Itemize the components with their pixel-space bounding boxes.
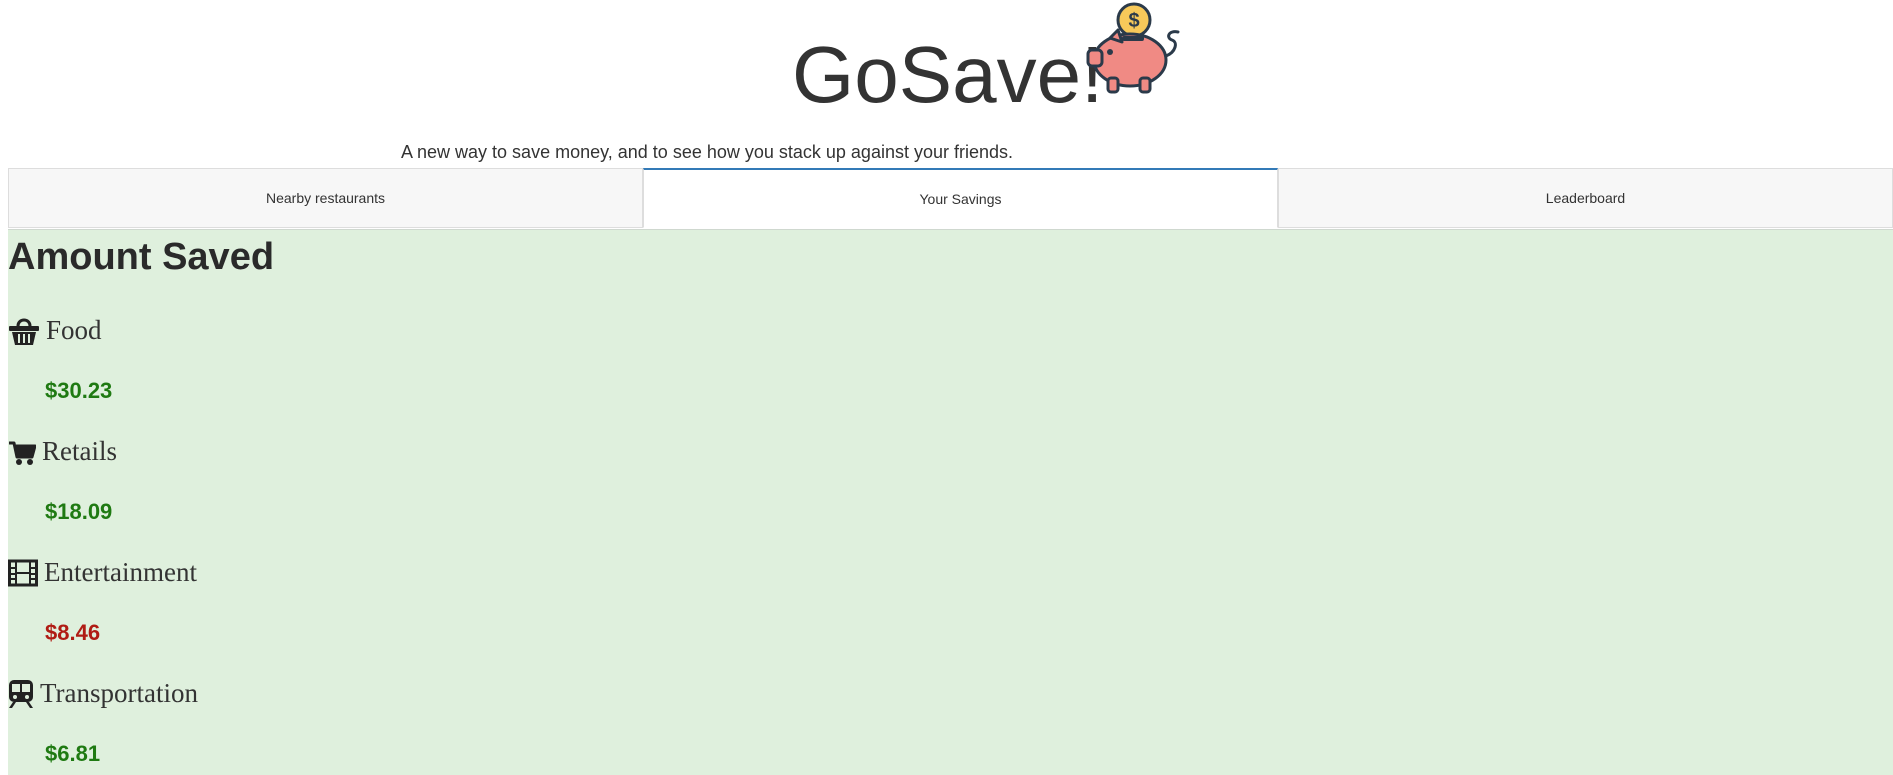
amount-food: $30.23 bbox=[45, 378, 113, 403]
tab-bar: Nearby restaurants Your Savings Leaderbo… bbox=[8, 168, 1893, 230]
svg-text:$: $ bbox=[1128, 10, 1139, 32]
app-title: GoSave! bbox=[792, 30, 1104, 119]
section-title: Amount Saved bbox=[8, 236, 275, 278]
header: GoSave! $ A new way to save money, and t… bbox=[0, 0, 1893, 168]
category-food: Food bbox=[8, 315, 102, 346]
category-label-food: Food bbox=[46, 315, 102, 345]
shopping-cart-icon bbox=[9, 441, 36, 465]
piggy-bank-icon: $ bbox=[1086, 2, 1180, 94]
category-retails: Retails bbox=[8, 436, 117, 467]
tab-nearby-restaurants[interactable]: Nearby restaurants bbox=[8, 168, 643, 228]
category-transportation: Transportation bbox=[8, 678, 198, 709]
tab-leaderboard[interactable]: Leaderboard bbox=[1278, 168, 1893, 228]
amount-retails: $18.09 bbox=[45, 499, 113, 524]
train-icon bbox=[9, 679, 33, 708]
amount-entertainment: $8.46 bbox=[45, 620, 101, 645]
tab-your-savings[interactable]: Your Savings bbox=[643, 168, 1278, 228]
category-label-transportation: Transportation bbox=[40, 678, 199, 708]
category-label-entertainment: Entertainment bbox=[44, 557, 197, 587]
basket-icon bbox=[9, 318, 39, 345]
film-icon bbox=[8, 559, 38, 586]
category-entertainment: Entertainment bbox=[8, 557, 197, 588]
tagline: A new way to save money, and to see how … bbox=[401, 142, 1014, 162]
category-label-retails: Retails bbox=[42, 436, 117, 466]
savings-panel: Amount Saved Food $30.23 Retails $18.09 bbox=[8, 230, 1893, 775]
amount-transportation: $6.81 bbox=[45, 741, 101, 766]
